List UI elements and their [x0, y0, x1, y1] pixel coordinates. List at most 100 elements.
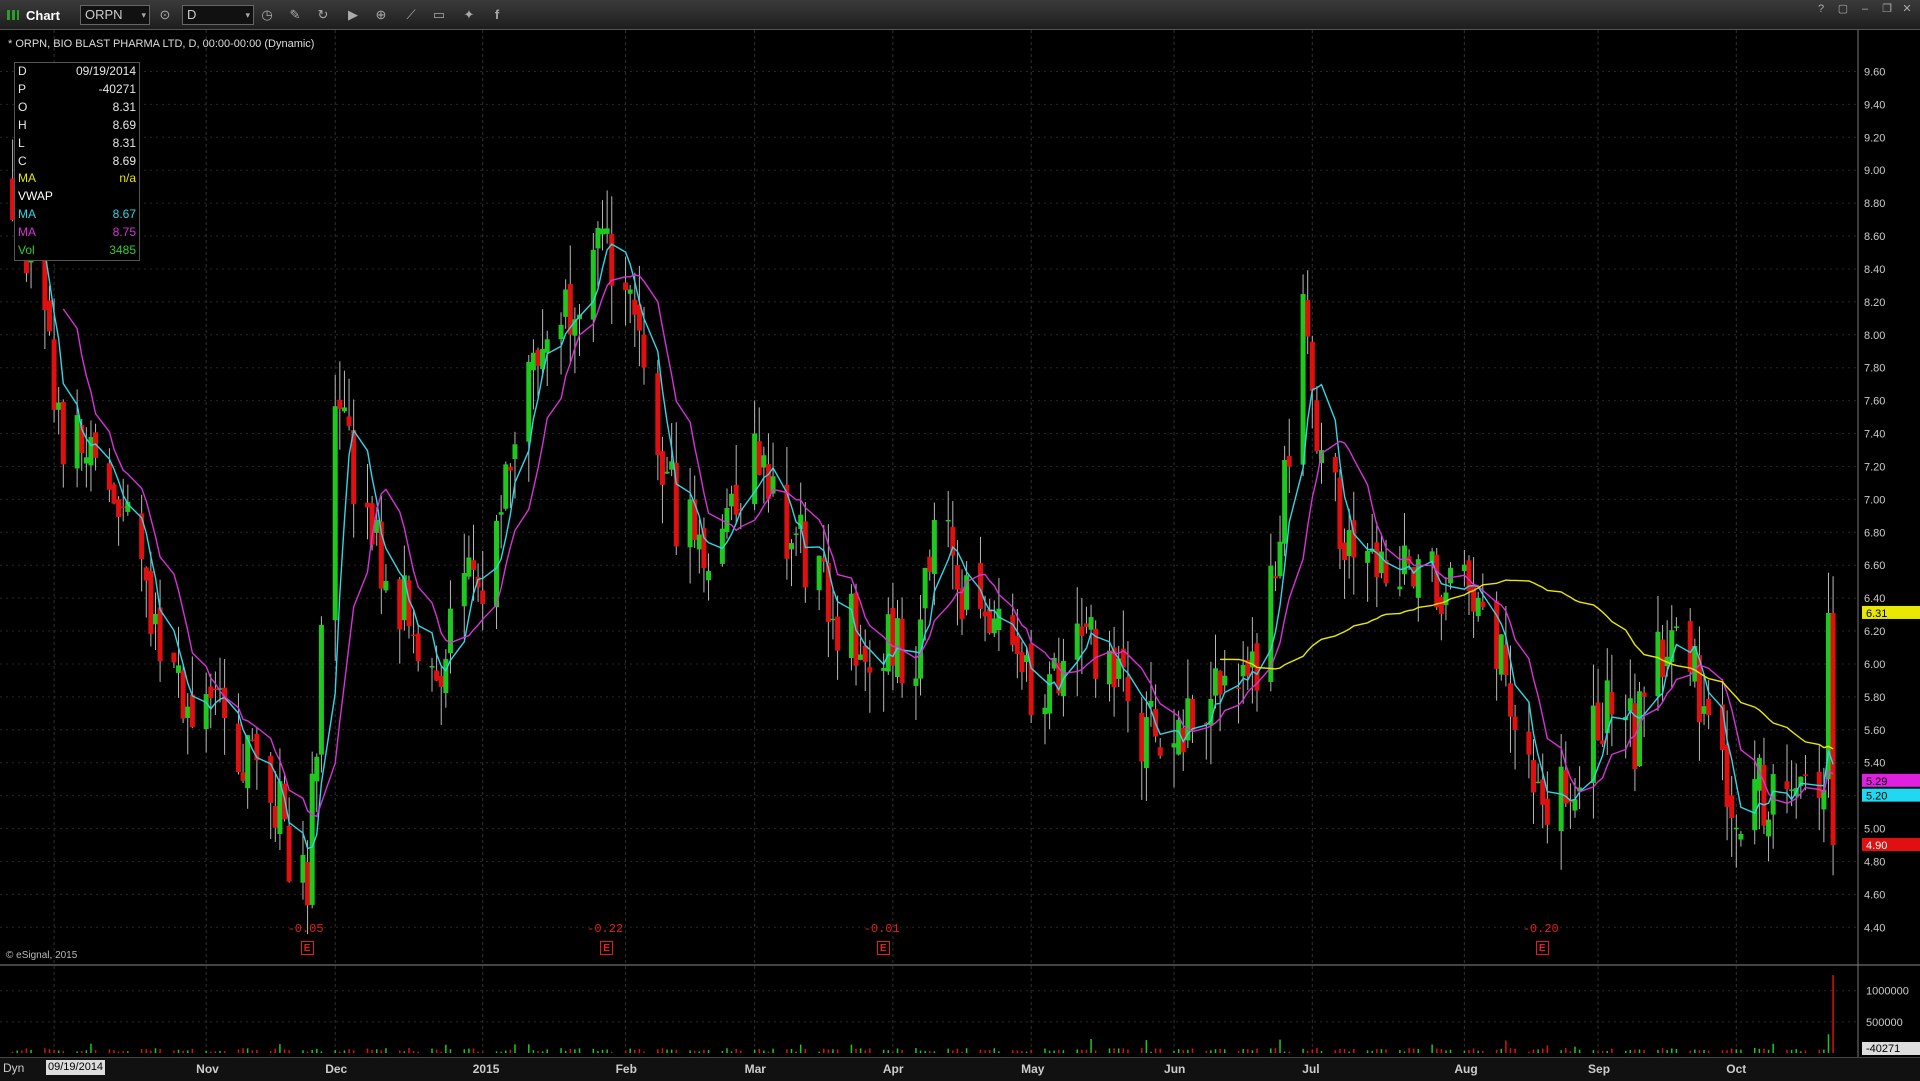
facebook-icon[interactable]: f	[488, 6, 506, 24]
volume-tick-label: 1000000	[1866, 986, 1909, 998]
candle-body	[23, 258, 29, 274]
play-icon[interactable]: ▶	[344, 6, 362, 24]
candle-body	[411, 634, 417, 637]
candle-body	[664, 471, 670, 474]
data-window-value: 8.69	[112, 153, 136, 168]
candle-body	[761, 455, 767, 468]
watermark: © eSignal, 2015	[6, 950, 78, 961]
candle-body	[341, 407, 347, 412]
candle-body	[1475, 597, 1481, 617]
candle-body	[756, 441, 762, 475]
candle-body	[461, 573, 467, 607]
candle-body	[1706, 698, 1712, 716]
candle-body	[222, 687, 228, 719]
candle-body	[1438, 597, 1444, 614]
candle-body	[364, 502, 370, 508]
candle-body	[687, 499, 693, 548]
candle-body	[987, 609, 993, 634]
link-icon[interactable]: ⊙	[156, 6, 174, 24]
candle-body	[1595, 702, 1601, 741]
candle-body	[706, 570, 712, 581]
candle-body	[309, 773, 315, 905]
candle-body	[1028, 643, 1034, 716]
data-window-label: MA	[18, 225, 36, 240]
candle-body	[825, 562, 831, 622]
window-title: Chart	[26, 8, 60, 23]
candle-body	[982, 611, 988, 617]
candle-body	[1088, 617, 1094, 630]
data-window-row: D 09/19/2014	[15, 63, 139, 81]
candle-body	[830, 618, 836, 621]
candle-body	[470, 560, 476, 570]
refresh-icon[interactable]: ↻	[314, 6, 332, 24]
candle-body	[332, 406, 338, 621]
candle-body	[913, 678, 919, 686]
earnings-icon[interactable]: E	[300, 941, 314, 955]
candle-body	[1309, 341, 1315, 391]
interval-input[interactable]: D ▾	[182, 5, 254, 25]
candle-body	[1397, 586, 1403, 590]
data-window-value: -40271	[98, 81, 136, 96]
twitter-icon[interactable]: ✦	[460, 6, 478, 24]
price-tick-label: 9.00	[1864, 165, 1885, 177]
draw-icon[interactable]: ⟋	[402, 6, 420, 24]
data-window-label: L	[18, 135, 25, 150]
candle-body	[1443, 592, 1449, 606]
data-window-value: 8.31	[112, 135, 136, 150]
symbol-input[interactable]: ORPN ▾	[80, 5, 150, 25]
candle-body	[632, 299, 638, 315]
data-window-label: O	[18, 99, 28, 114]
data-window-label: P	[18, 81, 27, 96]
close-icon[interactable]: ✕	[1898, 2, 1916, 16]
candle-body	[627, 289, 633, 294]
candle-body	[1498, 634, 1504, 675]
candle-body	[1277, 541, 1283, 577]
dynamic-label[interactable]: Dyn	[3, 1061, 24, 1075]
candle-body	[1010, 615, 1016, 645]
candle-body	[203, 694, 209, 730]
price-tick-label: 5.40	[1864, 758, 1885, 770]
earnings-icon[interactable]: E	[600, 941, 614, 955]
price-marker-label: 5.20	[1866, 791, 1887, 803]
candle-body	[1641, 692, 1647, 697]
help-icon[interactable]: ?	[1812, 2, 1830, 16]
price-chart[interactable]: 4.40 4.60 4.80 5.00 5.20 5.40 5.60 5.80 6.00 6.20…	[0, 30, 1920, 1060]
price-tick-label: 5.80	[1864, 692, 1885, 704]
candle-body	[1627, 698, 1633, 712]
candle-body	[558, 324, 564, 340]
candle-body	[249, 739, 255, 742]
price-tick-label: 5.60	[1864, 725, 1885, 737]
earnings-icon[interactable]: E	[1535, 941, 1549, 955]
candle-body	[148, 571, 154, 634]
candle-body	[1733, 827, 1739, 830]
clock-icon[interactable]: ◷	[258, 6, 276, 24]
time-axis	[0, 1057, 1920, 1081]
data-window-row: MA 8.67	[15, 206, 139, 224]
candle-body	[1143, 717, 1149, 769]
data-window-label: MA	[18, 171, 36, 186]
candle-body	[176, 665, 182, 673]
candle-body	[83, 457, 89, 464]
minimize-icon[interactable]: –	[1856, 2, 1874, 16]
pencil-icon[interactable]: ✎	[286, 6, 304, 24]
link-window-icon[interactable]: ▢	[1834, 2, 1852, 16]
chat-icon[interactable]: ▭	[430, 6, 448, 24]
candle-body	[977, 563, 983, 609]
candle-body	[1047, 674, 1053, 714]
candle-body	[600, 228, 606, 235]
earnings-icon[interactable]: E	[876, 941, 890, 955]
candle-body	[1673, 626, 1679, 628]
candle-body	[816, 555, 822, 591]
candle-body	[314, 756, 320, 782]
candle-body	[1766, 819, 1772, 837]
candle-body	[996, 608, 1002, 631]
candle-body	[1802, 774, 1808, 776]
candle-body	[111, 484, 117, 504]
candle-body	[867, 667, 873, 673]
month-label: Mar	[744, 1062, 766, 1076]
zoom-icon[interactable]: ⊕	[372, 6, 390, 24]
restore-icon[interactable]: ❐	[1878, 2, 1896, 16]
candle-body	[152, 613, 158, 625]
candle-body	[1189, 699, 1195, 731]
candle-body	[1125, 677, 1131, 702]
